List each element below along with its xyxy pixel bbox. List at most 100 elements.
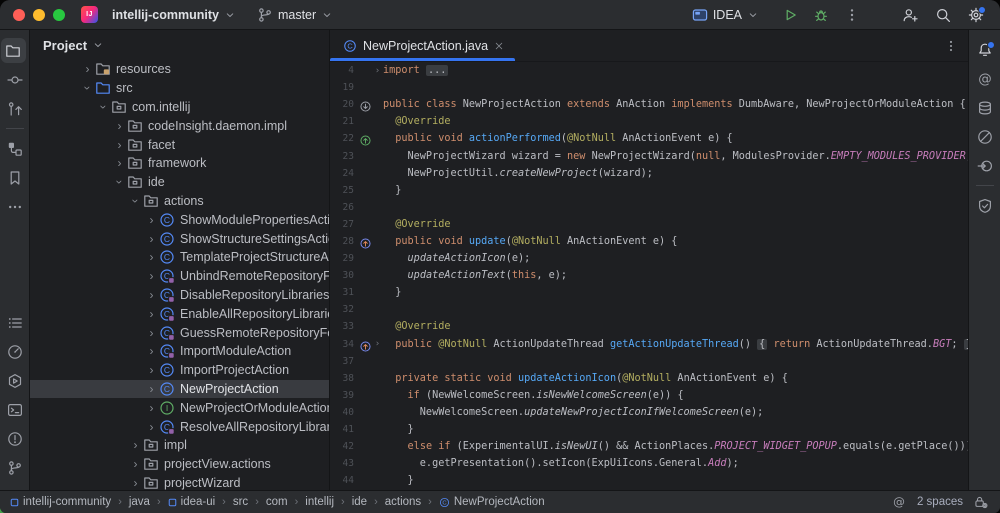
zoom-window-button[interactable] [53, 9, 65, 21]
tree-item-disablerepositorylibrariessh[interactable]: ›CDisableRepositoryLibrariesSh [30, 286, 329, 305]
tool-structure-button[interactable] [1, 134, 29, 163]
folded-region[interactable]: { [757, 339, 767, 350]
expand-chevron-icon[interactable]: › [144, 214, 159, 226]
editor-tab-newprojectaction[interactable]: C NewProjectAction.java [330, 30, 515, 61]
code-line-21[interactable]: 21 @Override [330, 113, 968, 130]
tree-item-guessremoterepositoryforb[interactable]: ›CGuessRemoteRepositoryForB [30, 323, 329, 342]
expand-chevron-icon[interactable]: › [144, 383, 159, 395]
expand-chevron-icon[interactable]: › [144, 421, 159, 433]
code-line-31[interactable]: 31 } [330, 284, 968, 301]
expand-chevron-icon[interactable]: › [112, 139, 127, 151]
g-ovg-gutter-icon[interactable] [359, 132, 372, 145]
code-line-20[interactable]: 20public class NewProjectAction extends … [330, 96, 968, 113]
expand-chevron-icon[interactable]: › [144, 308, 159, 320]
tree-item-showmodulepropertiesactio[interactable]: ›CShowModulePropertiesActio [30, 210, 329, 229]
tree-item-codeinsight-daemon-impl[interactable]: ›codeInsight.daemon.impl [30, 116, 329, 135]
code-line-24[interactable]: 24 NewProjectUtil.createNewProject(wizar… [330, 165, 968, 182]
collapse-chevron-icon[interactable]: › [82, 81, 94, 96]
code-line-29[interactable]: 29 updateActionIcon(e); [330, 250, 968, 267]
expand-chevron-icon[interactable]: › [144, 251, 159, 263]
tool-problems-button[interactable] [1, 424, 29, 453]
tool-notifications-button[interactable] [971, 35, 999, 64]
tool-services-button[interactable] [1, 366, 29, 395]
code-line-40[interactable]: 40 NewWelcomeScreen.updateNewProjectIcon… [330, 404, 968, 421]
close-tab-icon[interactable] [494, 41, 504, 51]
code-line-19[interactable]: 19 [330, 79, 968, 96]
debug-button[interactable] [813, 7, 829, 23]
code-line-39[interactable]: 39 if (NewWelcomeScreen.isNewWelcomeScre… [330, 387, 968, 404]
tree-item-unbindremoterepositoryfor[interactable]: ›CUnbindRemoteRepositoryFor [30, 267, 329, 286]
expand-chevron-icon[interactable]: › [112, 120, 127, 132]
code-line-37[interactable]: 37 [330, 353, 968, 370]
tool-commit-button[interactable] [1, 65, 29, 94]
breadcrumb-item[interactable]: com [266, 496, 288, 508]
fold-chevron-icon[interactable]: › [372, 339, 383, 349]
tree-item-resolveallrepositorylibrarie[interactable]: ›CResolveAllRepositoryLibrarie [30, 417, 329, 436]
tool-trusted-project-button[interactable] [971, 191, 999, 220]
tree-item-showstructuresettingsactio[interactable]: ›CShowStructureSettingsActio [30, 229, 329, 248]
code-line-27[interactable]: 27 @Override [330, 216, 968, 233]
tree-item-src[interactable]: ›src [30, 79, 329, 98]
tree-item-importprojectaction[interactable]: ›CImportProjectAction [30, 361, 329, 380]
code-line-32[interactable]: 32 [330, 301, 968, 318]
run-configuration-widget[interactable]: IDEA [685, 4, 766, 26]
g-ovb-gutter-icon[interactable] [359, 338, 372, 351]
collapse-chevron-icon[interactable]: › [114, 175, 126, 190]
expand-chevron-icon[interactable]: › [112, 157, 127, 169]
expand-chevron-icon[interactable]: › [144, 289, 159, 301]
tree-item-ide[interactable]: ›ide [30, 173, 329, 192]
tree-item-actions[interactable]: ›actions [30, 192, 329, 211]
tab-options-icon[interactable] [944, 39, 958, 53]
breadcrumb-item[interactable]: actions [385, 496, 421, 508]
lock-settings-icon[interactable] [974, 495, 988, 509]
tool-bookmarks-button[interactable] [1, 163, 29, 192]
g-ovb-gutter-icon[interactable] [359, 235, 372, 248]
breadcrumb-item[interactable]: idea-ui [168, 496, 216, 508]
tool-version-control-button[interactable] [1, 453, 29, 482]
minimize-window-button[interactable] [33, 9, 45, 21]
project-switcher-button[interactable]: intellij-community [105, 5, 243, 25]
tree-item-enableallrepositorylibraries[interactable]: ›CEnableAllRepositoryLibraries [30, 304, 329, 323]
breadcrumb-item[interactable]: java [129, 496, 150, 508]
folded-region[interactable]: } [964, 339, 968, 350]
tree-item-newprojectaction[interactable]: ›CNewProjectAction [30, 380, 329, 399]
folded-region[interactable]: ... [426, 65, 448, 76]
search-everywhere-button[interactable] [935, 7, 951, 23]
expand-chevron-icon[interactable]: › [144, 364, 159, 376]
breadcrumb-item[interactable]: src [233, 496, 248, 508]
tree-item-projectview-actions[interactable]: ›projectView.actions [30, 455, 329, 474]
code-line-33[interactable]: 33 @Override [330, 318, 968, 335]
code-line-41[interactable]: 41 } [330, 421, 968, 438]
code-line-34[interactable]: 34› public @NotNull ActionUpdateThread g… [330, 336, 968, 353]
collapse-chevron-icon[interactable]: › [98, 99, 110, 114]
project-panel-header[interactable]: Project [30, 30, 329, 60]
tree-item-impl[interactable]: ›impl [30, 436, 329, 455]
tool-project-button[interactable] [1, 38, 26, 63]
tool-restricted-mode-button[interactable] [971, 122, 999, 151]
branch-switcher-button[interactable]: master [250, 4, 340, 26]
tool-todo-button[interactable] [1, 308, 29, 337]
indent-setting-label[interactable]: 2 spaces [917, 496, 963, 508]
g-impl-gutter-icon[interactable] [359, 98, 372, 111]
tool-more-tools-button[interactable] [1, 192, 29, 221]
tool-dependencies-button[interactable] [971, 151, 999, 180]
tool-terminal-button[interactable] [1, 395, 29, 424]
tree-item-resources[interactable]: ›resources [30, 60, 329, 79]
breadcrumb-item[interactable]: CNewProjectAction [439, 496, 545, 508]
breadcrumb-item[interactable]: intellij-community [10, 496, 111, 508]
expand-chevron-icon[interactable]: › [80, 63, 95, 75]
tree-item-newprojectormoduleaction[interactable]: ›INewProjectOrModuleAction [30, 398, 329, 417]
collapse-chevron-icon[interactable]: › [130, 193, 142, 208]
expand-chevron-icon[interactable]: › [128, 458, 143, 470]
code-line-42[interactable]: 42 else if (ExperimentalUI.isNewUI() && … [330, 438, 968, 455]
tree-item-com-intellij[interactable]: ›com.intellij [30, 98, 329, 117]
close-window-button[interactable] [13, 9, 25, 21]
code-line-26[interactable]: 26 [330, 199, 968, 216]
code-line-28[interactable]: 28 public void update(@NotNull AnActionE… [330, 233, 968, 250]
expand-chevron-icon[interactable]: › [144, 233, 159, 245]
code-editor[interactable]: 4›import ...1920public class NewProjectA… [330, 62, 968, 490]
tool-database-button[interactable] [971, 93, 999, 122]
expand-chevron-icon[interactable]: › [144, 270, 159, 282]
run-button[interactable] [782, 7, 798, 23]
code-line-38[interactable]: 38 private static void updateActionIcon(… [330, 370, 968, 387]
